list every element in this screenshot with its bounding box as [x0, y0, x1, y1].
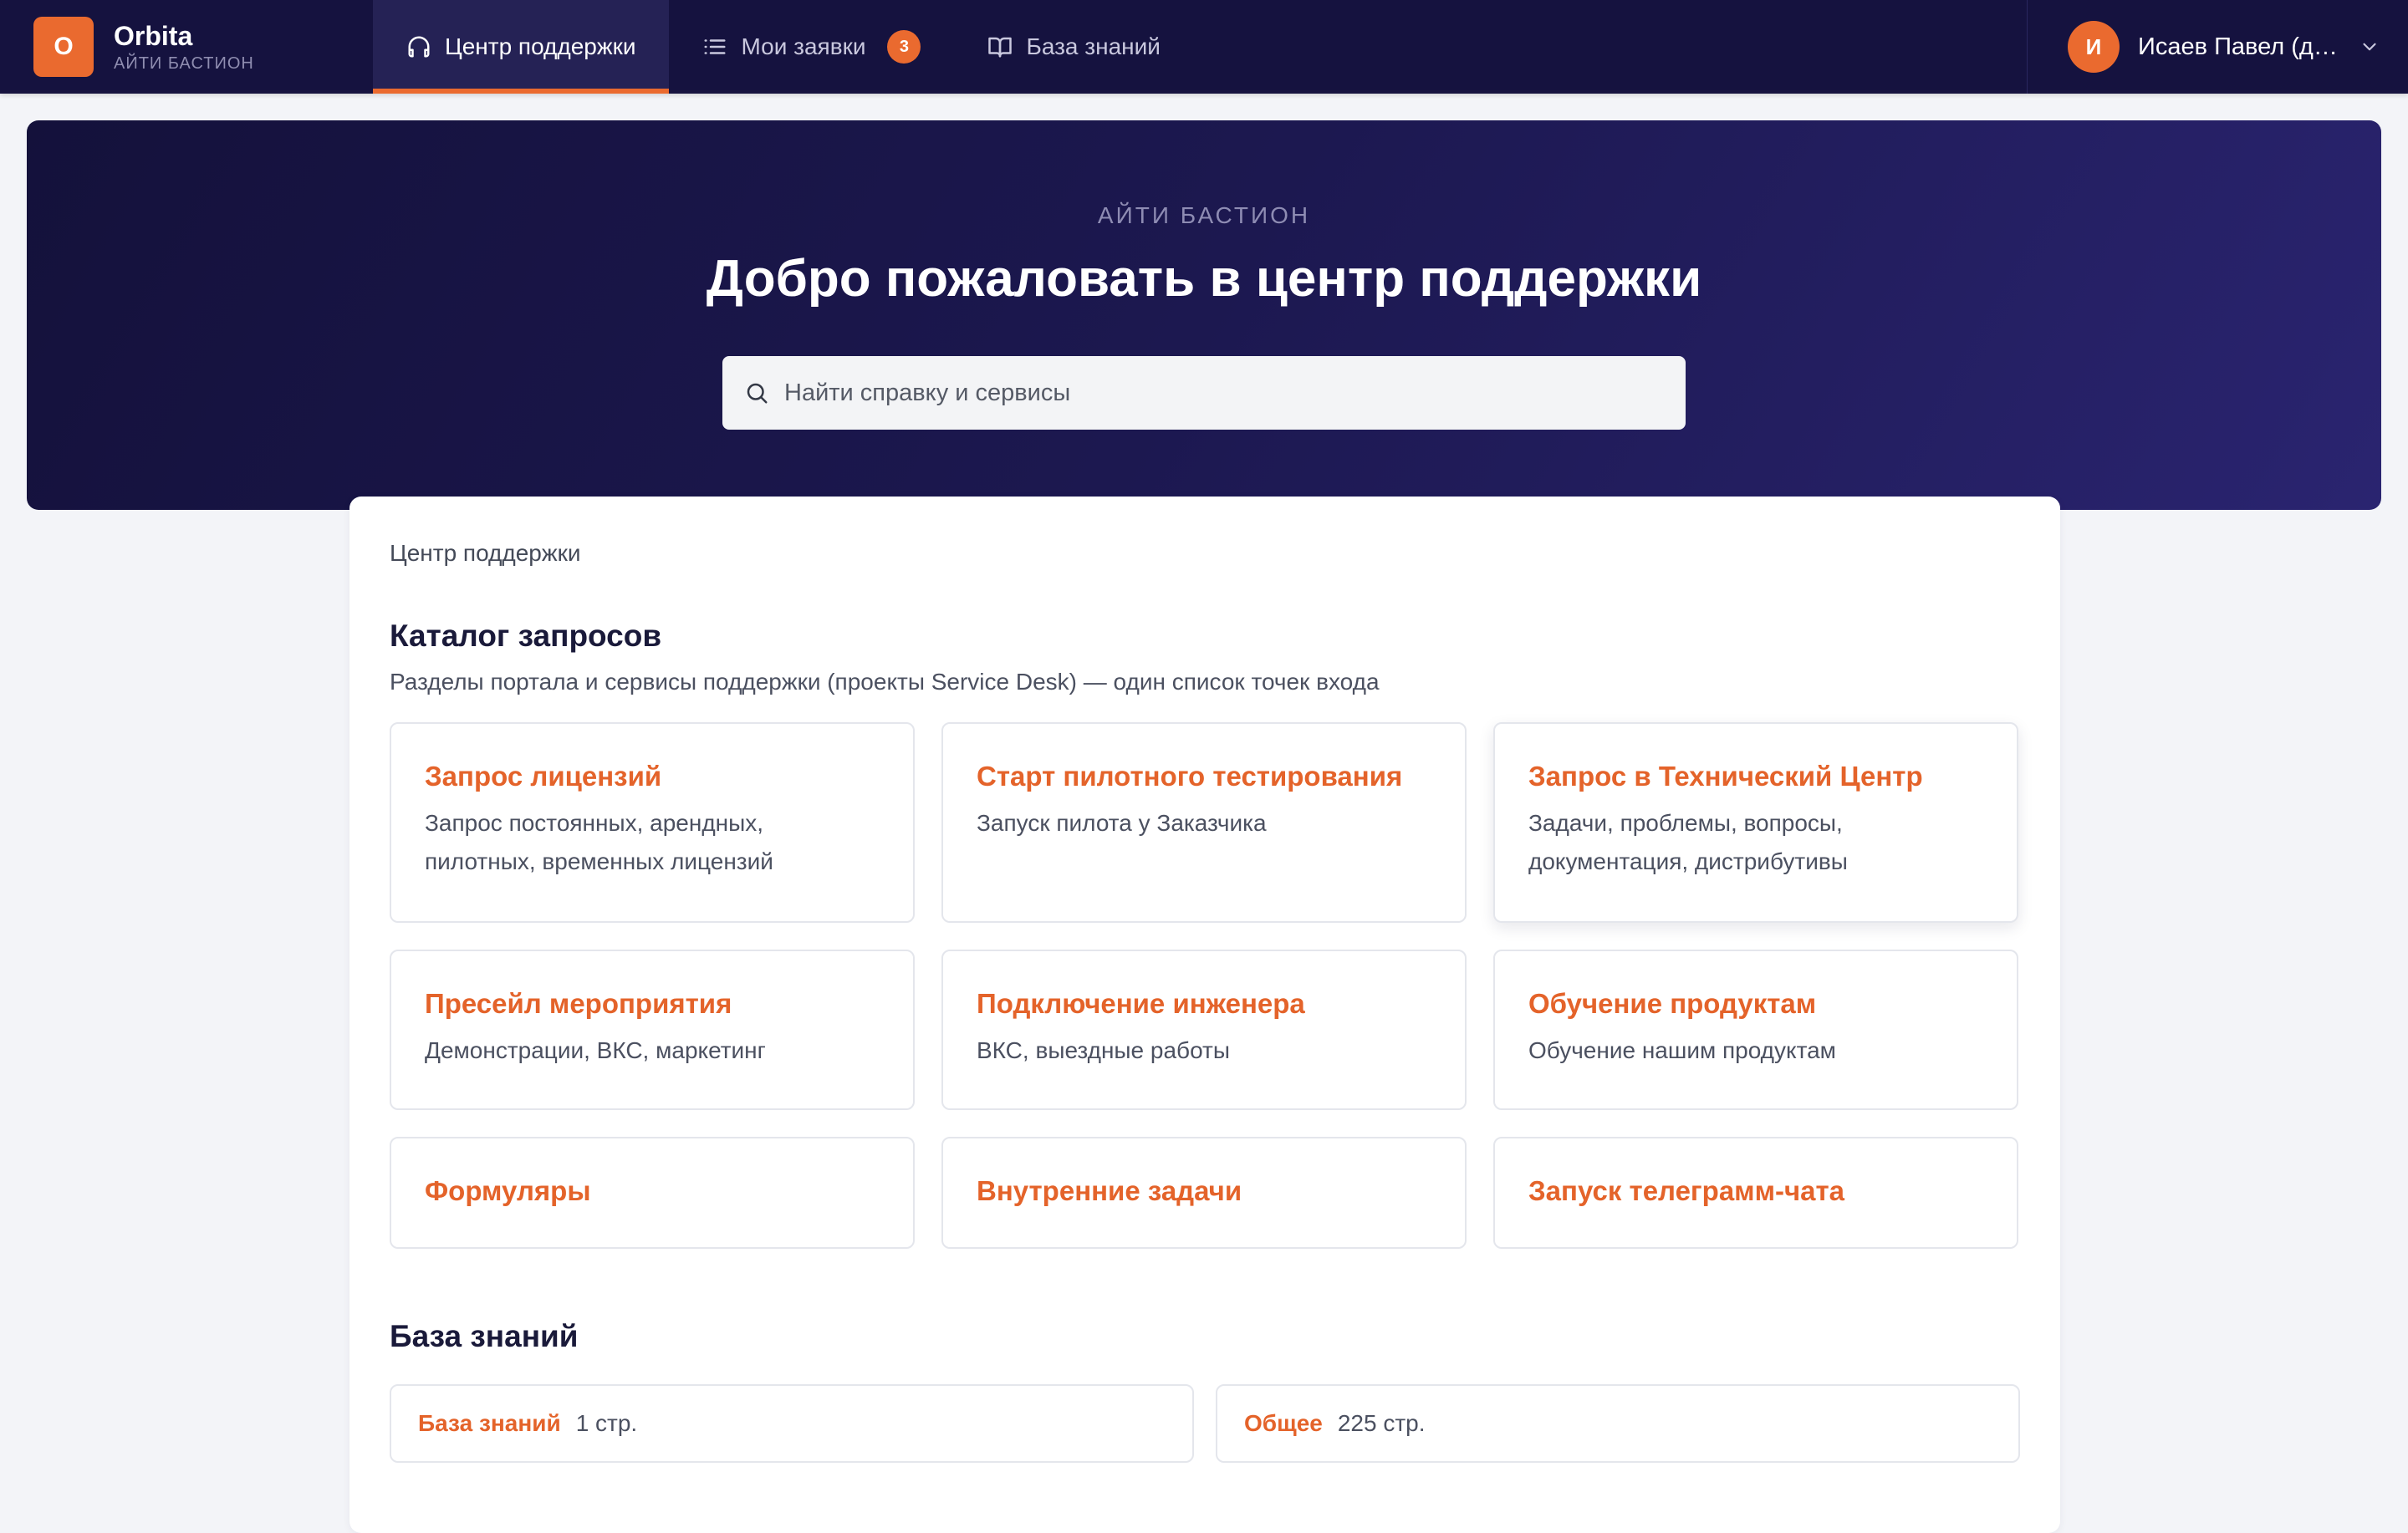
top-navigation-bar: O Orbita АЙТИ БАСТИОН Центр поддержки Мо…: [0, 0, 2408, 94]
tab-label: Центр поддержки: [445, 33, 636, 59]
card-title: Внутренние задачи: [977, 1175, 1242, 1206]
request-catalog-grid: Запрос лицензий Запрос постоянных, аренд…: [390, 722, 2020, 1249]
card-title: Формуляры: [425, 1175, 591, 1206]
tab-support-center[interactable]: Центр поддержки: [373, 0, 670, 94]
user-name: Исаев Павел (демо): [2138, 33, 2339, 60]
tab-label: База знаний: [1026, 33, 1161, 59]
card-title: Пресейл мероприятия: [425, 988, 732, 1019]
avatar: И: [2068, 21, 2120, 73]
tab-label: Мои заявки: [741, 33, 866, 59]
brand-subtitle: АЙТИ БАСТИОН: [114, 53, 254, 73]
chevron-down-icon: [2363, 43, 2376, 51]
card-description: ВКС, выездные работы: [977, 1037, 1230, 1063]
card-description: Запрос постоянных, арендных, пилотных, в…: [425, 810, 773, 874]
card-title: Запрос в Технический Центр: [1528, 761, 1923, 792]
main-content: Центр поддержки Каталог запросов Разделы…: [349, 497, 2060, 1533]
knowledge-base-title: База знаний: [390, 1319, 579, 1353]
breadcrumb[interactable]: Центр поддержки: [390, 540, 2020, 567]
card-title: Обучение продуктам: [1528, 988, 1817, 1019]
brand-text: Orbita АЙТИ БАСТИОН: [114, 21, 254, 74]
tab-my-requests[interactable]: Мои заявки 3: [669, 0, 954, 94]
kb-space-name: Общее: [1244, 1410, 1323, 1436]
hero-kicker: АЙТИ БАСТИОН: [1097, 202, 1311, 228]
kb-space-name: База знаний: [418, 1410, 561, 1436]
kb-space-general[interactable]: Общее 225 стр.: [1216, 1384, 2020, 1463]
catalog-title: Каталог запросов: [390, 619, 662, 653]
catalog-card-tech-center[interactable]: Запрос в Технический Центр Задачи, пробл…: [1493, 722, 2018, 923]
catalog-card-engineer-connection[interactable]: Подключение инженера ВКС, выездные работ…: [941, 950, 1467, 1110]
card-title: Старт пилотного тестирования: [977, 761, 1403, 792]
catalog-card-license-request[interactable]: Запрос лицензий Запрос постоянных, аренд…: [390, 722, 915, 923]
hero-title: Добро пожаловать в центр поддержки: [706, 250, 1702, 308]
catalog-subtitle: Разделы портала и сервисы поддержки (про…: [390, 669, 1380, 695]
user-menu[interactable]: И Исаев Павел (демо): [2027, 0, 2408, 94]
catalog-card-presale-events[interactable]: Пресейл мероприятия Демонстрации, ВКС, м…: [390, 950, 915, 1110]
kb-space-page-count: 225 стр.: [1337, 1410, 1426, 1436]
brand[interactable]: O Orbita АЙТИ БАСТИОН: [0, 0, 373, 94]
catalog-card-product-training[interactable]: Обучение продуктам Обучение нашим продук…: [1493, 950, 2018, 1110]
catalog-card-internal-tasks[interactable]: Внутренние задачи: [941, 1137, 1467, 1249]
brand-logo: O: [33, 17, 94, 77]
tab-knowledge-base[interactable]: База знаний: [954, 0, 1193, 94]
card-description: Задачи, проблемы, вопросы, документация,…: [1528, 810, 1848, 874]
book-icon: [988, 37, 1013, 58]
list-icon: [704, 39, 726, 54]
card-description: Демонстрации, ВКС, маркетинг: [425, 1037, 766, 1063]
search-input[interactable]: [783, 378, 1622, 408]
search-box[interactable]: [722, 356, 1686, 430]
kb-space-knowledge-base[interactable]: База знаний 1 стр.: [390, 1384, 1194, 1463]
search-icon: [747, 383, 768, 404]
card-title: Подключение инженера: [977, 988, 1305, 1019]
main-nav: Центр поддержки Мои заявки 3 База знаний: [373, 0, 1194, 94]
requests-count-badge: 3: [887, 30, 921, 64]
card-title: Запуск телеграмм-чата: [1528, 1175, 1845, 1206]
brand-name: Orbita: [114, 20, 193, 51]
kb-space-page-count: 1 стр.: [575, 1410, 638, 1436]
card-description: Запуск пилота у Заказчика: [977, 810, 1267, 836]
card-title: Запрос лицензий: [425, 761, 662, 792]
knowledge-base-spaces: База знаний 1 стр. Общее 225 стр.: [390, 1384, 2020, 1463]
catalog-card-forms[interactable]: Формуляры: [390, 1137, 915, 1249]
hero-banner: АЙТИ БАСТИОН Добро пожаловать в центр по…: [27, 120, 2381, 510]
card-description: Обучение нашим продуктам: [1528, 1037, 1836, 1063]
catalog-card-telegram-chat[interactable]: Запуск телеграмм-чата: [1493, 1137, 2018, 1249]
headset-icon: [408, 36, 430, 58]
catalog-card-pilot-start[interactable]: Старт пилотного тестирования Запуск пило…: [941, 722, 1467, 923]
